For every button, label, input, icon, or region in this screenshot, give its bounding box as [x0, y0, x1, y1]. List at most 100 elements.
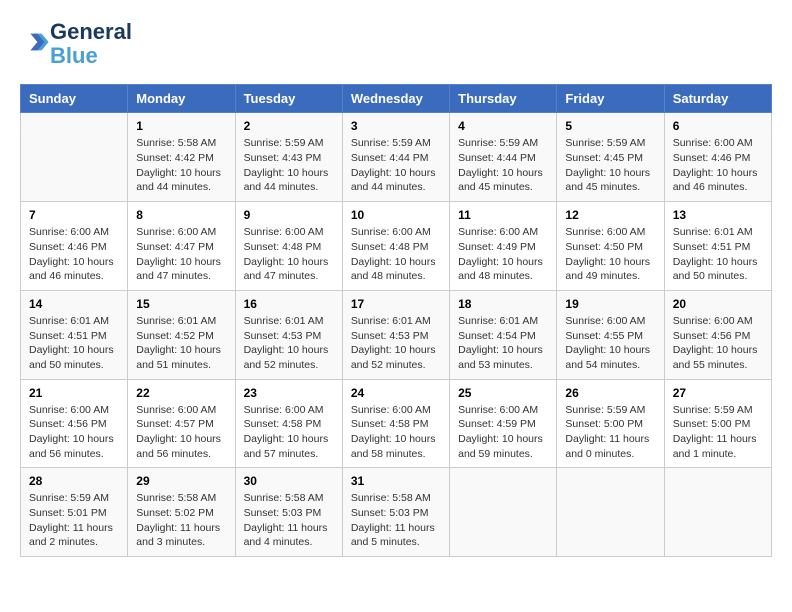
calendar-cell: 31 Sunrise: 5:58 AM Sunset: 5:03 PM Dayli…: [342, 468, 449, 557]
day-number: 10: [351, 208, 441, 222]
day-info: Sunrise: 5:59 AM Sunset: 4:43 PM Dayligh…: [244, 136, 334, 195]
calendar-cell: 9 Sunrise: 6:00 AM Sunset: 4:48 PM Daylig…: [235, 202, 342, 291]
day-info: Sunrise: 5:58 AM Sunset: 5:03 PM Dayligh…: [351, 491, 441, 550]
calendar-cell: [557, 468, 664, 557]
calendar-cell: 7Sunrise: 6:00 AM Sunset: 4:46 PM Daylig…: [21, 202, 128, 291]
day-info: Sunrise: 6:00 AM Sunset: 4:47 PM Dayligh…: [136, 225, 226, 284]
day-info: Sunrise: 5:59 AM Sunset: 4:44 PM Dayligh…: [458, 136, 548, 195]
day-number: 14: [29, 297, 119, 311]
calendar-cell: 19 Sunrise: 6:00 AM Sunset: 4:55 PM Dayli…: [557, 290, 664, 379]
day-info: Sunrise: 6:01 AM Sunset: 4:54 PM Dayligh…: [458, 314, 548, 373]
column-header-sunday: Sunday: [21, 85, 128, 113]
calendar-cell: 18 Sunrise: 6:01 AM Sunset: 4:54 PM Dayli…: [450, 290, 557, 379]
day-number: 15: [136, 297, 226, 311]
day-number: 13: [673, 208, 763, 222]
calendar-cell: 2Sunrise: 5:59 AM Sunset: 4:43 PM Daylig…: [235, 113, 342, 202]
calendar-cell: 20 Sunrise: 6:00 AM Sunset: 4:56 PM Dayli…: [664, 290, 771, 379]
calendar-week-row: 28 Sunrise: 5:59 AM Sunset: 5:01 PM Dayli…: [21, 468, 772, 557]
day-number: 17: [351, 297, 441, 311]
day-number: 18: [458, 297, 548, 311]
calendar-cell: 14 Sunrise: 6:01 AM Sunset: 4:51 PM Dayli…: [21, 290, 128, 379]
day-info: Sunrise: 5:58 AM Sunset: 5:03 PM Dayligh…: [244, 491, 334, 550]
day-number: 24: [351, 386, 441, 400]
logo: General Blue: [20, 20, 132, 68]
calendar-week-row: 14 Sunrise: 6:01 AM Sunset: 4:51 PM Dayli…: [21, 290, 772, 379]
day-info: Sunrise: 6:00 AM Sunset: 4:48 PM Dayligh…: [351, 225, 441, 284]
calendar-cell: 22 Sunrise: 6:00 AM Sunset: 4:57 PM Dayli…: [128, 379, 235, 468]
column-header-tuesday: Tuesday: [235, 85, 342, 113]
day-info: Sunrise: 5:58 AM Sunset: 5:02 PM Dayligh…: [136, 491, 226, 550]
day-number: 27: [673, 386, 763, 400]
calendar-cell: 25 Sunrise: 6:00 AM Sunset: 4:59 PM Dayli…: [450, 379, 557, 468]
calendar-cell: 3 Sunrise: 5:59 AM Sunset: 4:44 PM Daylig…: [342, 113, 449, 202]
calendar-cell: 16 Sunrise: 6:01 AM Sunset: 4:53 PM Dayli…: [235, 290, 342, 379]
calendar-cell: [664, 468, 771, 557]
day-info: Sunrise: 6:00 AM Sunset: 4:57 PM Dayligh…: [136, 403, 226, 462]
calendar-cell: 8 Sunrise: 6:00 AM Sunset: 4:47 PM Daylig…: [128, 202, 235, 291]
day-info: Sunrise: 6:00 AM Sunset: 4:46 PM Dayligh…: [673, 136, 763, 195]
day-info: Sunrise: 6:00 AM Sunset: 4:55 PM Dayligh…: [565, 314, 655, 373]
day-info: Sunrise: 6:00 AM Sunset: 4:48 PM Dayligh…: [244, 225, 334, 284]
day-number: 1: [136, 119, 226, 133]
day-number: 5: [565, 119, 655, 133]
column-header-saturday: Saturday: [664, 85, 771, 113]
day-number: 9: [244, 208, 334, 222]
day-info: Sunrise: 6:00 AM Sunset: 4:58 PM Dayligh…: [351, 403, 441, 462]
day-number: 20: [673, 297, 763, 311]
column-header-thursday: Thursday: [450, 85, 557, 113]
day-number: 31: [351, 474, 441, 488]
day-info: Sunrise: 6:00 AM Sunset: 4:56 PM Dayligh…: [673, 314, 763, 373]
day-info: Sunrise: 5:59 AM Sunset: 5:01 PM Dayligh…: [29, 491, 119, 550]
calendar-cell: 13 Sunrise: 6:01 AM Sunset: 4:51 PM Dayli…: [664, 202, 771, 291]
day-info: Sunrise: 5:59 AM Sunset: 5:00 PM Dayligh…: [673, 403, 763, 462]
day-number: 22: [136, 386, 226, 400]
day-info: Sunrise: 5:59 AM Sunset: 4:44 PM Dayligh…: [351, 136, 441, 195]
day-number: 3: [351, 119, 441, 133]
calendar-cell: 28 Sunrise: 5:59 AM Sunset: 5:01 PM Dayli…: [21, 468, 128, 557]
logo-text: General Blue: [50, 20, 132, 68]
day-number: 25: [458, 386, 548, 400]
column-header-friday: Friday: [557, 85, 664, 113]
column-header-wednesday: Wednesday: [342, 85, 449, 113]
day-info: Sunrise: 6:01 AM Sunset: 4:53 PM Dayligh…: [351, 314, 441, 373]
calendar-week-row: 1 Sunrise: 5:58 AM Sunset: 4:42 PM Daylig…: [21, 113, 772, 202]
day-info: Sunrise: 5:59 AM Sunset: 4:45 PM Dayligh…: [565, 136, 655, 195]
calendar-cell: 29 Sunrise: 5:58 AM Sunset: 5:02 PM Dayli…: [128, 468, 235, 557]
day-info: Sunrise: 6:01 AM Sunset: 4:51 PM Dayligh…: [673, 225, 763, 284]
day-info: Sunrise: 6:00 AM Sunset: 4:58 PM Dayligh…: [244, 403, 334, 462]
day-info: Sunrise: 6:00 AM Sunset: 4:59 PM Dayligh…: [458, 403, 548, 462]
logo-icon: [22, 28, 50, 56]
calendar-cell: [450, 468, 557, 557]
column-header-monday: Monday: [128, 85, 235, 113]
day-number: 26: [565, 386, 655, 400]
day-info: Sunrise: 5:58 AM Sunset: 4:42 PM Dayligh…: [136, 136, 226, 195]
calendar-cell: 12 Sunrise: 6:00 AM Sunset: 4:50 PM Dayli…: [557, 202, 664, 291]
day-number: 19: [565, 297, 655, 311]
day-number: 6: [673, 119, 763, 133]
day-number: 11: [458, 208, 548, 222]
calendar-cell: 5 Sunrise: 5:59 AM Sunset: 4:45 PM Daylig…: [557, 113, 664, 202]
calendar-cell: 11 Sunrise: 6:00 AM Sunset: 4:49 PM Dayli…: [450, 202, 557, 291]
page-header: General Blue: [20, 20, 772, 68]
day-info: Sunrise: 6:01 AM Sunset: 4:53 PM Dayligh…: [244, 314, 334, 373]
day-info: Sunrise: 6:00 AM Sunset: 4:56 PM Dayligh…: [29, 403, 119, 462]
calendar-cell: 10 Sunrise: 6:00 AM Sunset: 4:48 PM Dayli…: [342, 202, 449, 291]
calendar-week-row: 21Sunrise: 6:00 AM Sunset: 4:56 PM Dayli…: [21, 379, 772, 468]
day-number: 28: [29, 474, 119, 488]
day-info: Sunrise: 6:00 AM Sunset: 4:50 PM Dayligh…: [565, 225, 655, 284]
day-info: Sunrise: 6:01 AM Sunset: 4:51 PM Dayligh…: [29, 314, 119, 373]
calendar-cell: 26 Sunrise: 5:59 AM Sunset: 5:00 PM Dayli…: [557, 379, 664, 468]
day-info: Sunrise: 6:00 AM Sunset: 4:49 PM Dayligh…: [458, 225, 548, 284]
day-number: 12: [565, 208, 655, 222]
day-number: 16: [244, 297, 334, 311]
calendar-cell: 30Sunrise: 5:58 AM Sunset: 5:03 PM Dayli…: [235, 468, 342, 557]
day-number: 29: [136, 474, 226, 488]
day-number: 23: [244, 386, 334, 400]
calendar-cell: 4Sunrise: 5:59 AM Sunset: 4:44 PM Daylig…: [450, 113, 557, 202]
day-info: Sunrise: 5:59 AM Sunset: 5:00 PM Dayligh…: [565, 403, 655, 462]
calendar-week-row: 7Sunrise: 6:00 AM Sunset: 4:46 PM Daylig…: [21, 202, 772, 291]
calendar-cell: 27 Sunrise: 5:59 AM Sunset: 5:00 PM Dayli…: [664, 379, 771, 468]
day-number: 8: [136, 208, 226, 222]
calendar-cell: [21, 113, 128, 202]
calendar-cell: 15Sunrise: 6:01 AM Sunset: 4:52 PM Dayli…: [128, 290, 235, 379]
